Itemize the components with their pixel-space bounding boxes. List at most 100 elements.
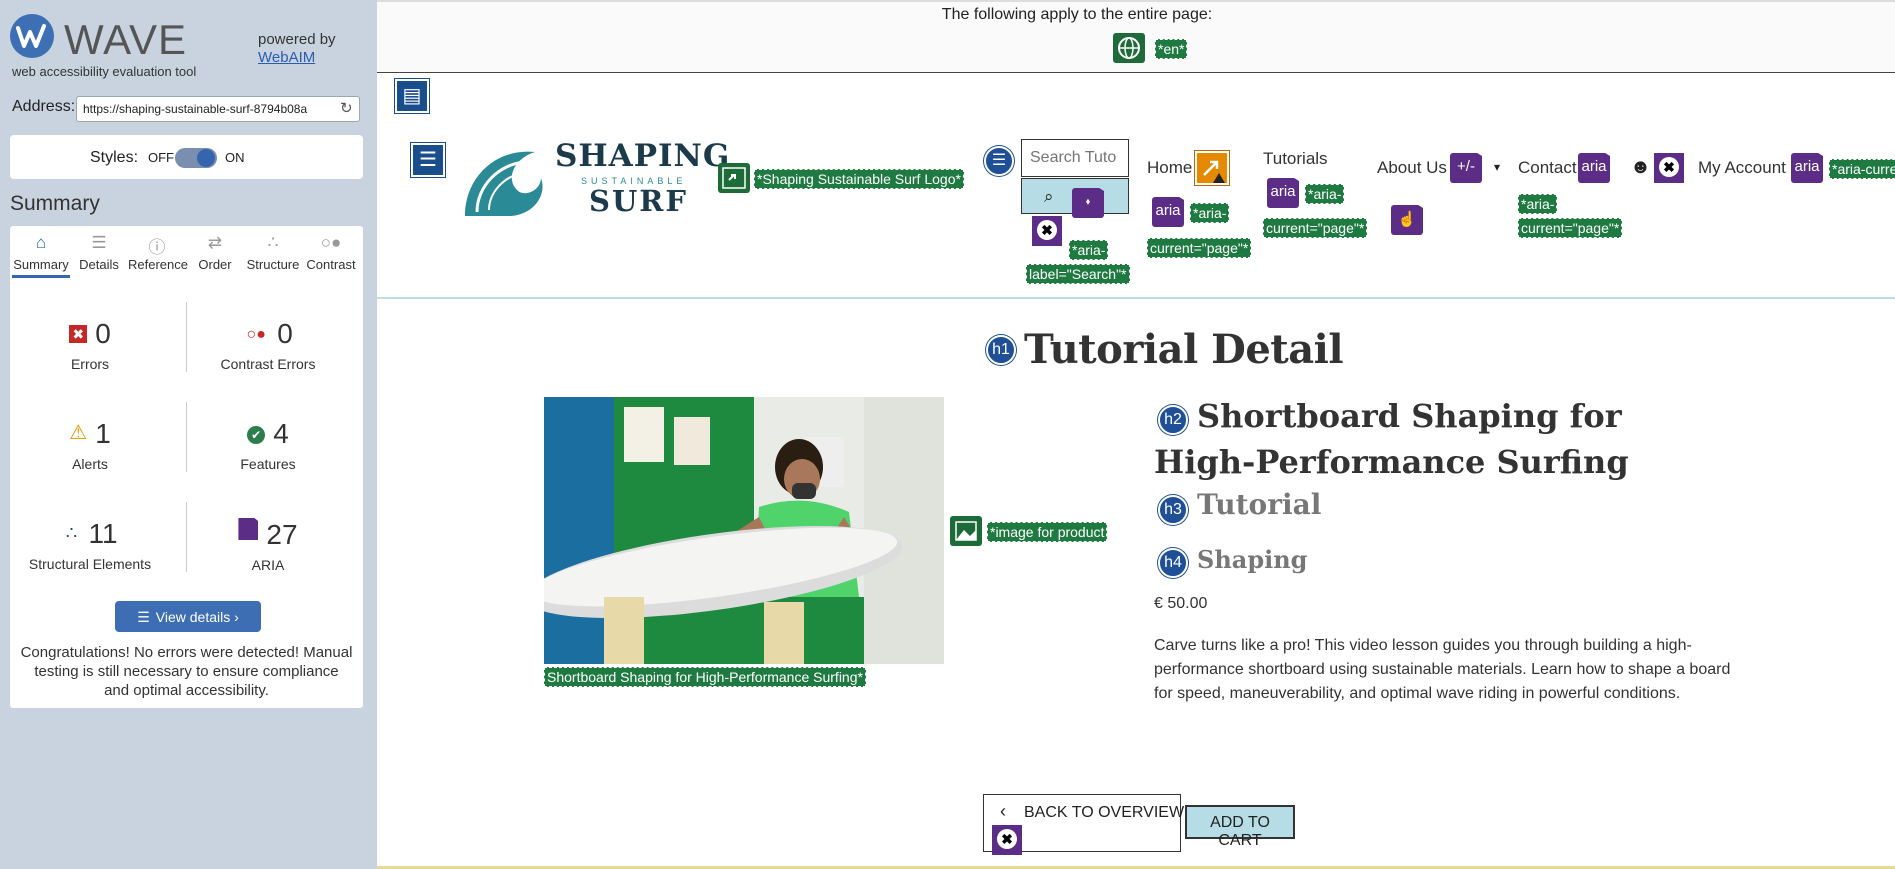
- address-input[interactable]: https://shaping-sustainable-surf-8794b08…: [76, 96, 360, 122]
- product-title: Shortboard Shaping for High-Performance …: [1154, 393, 1714, 485]
- search-aria-label-2: label="Search"*: [1026, 264, 1130, 284]
- structure-icon: ∴: [65, 523, 78, 543]
- tab-order[interactable]: ⇄ Order: [186, 226, 244, 278]
- tab-label: Reference: [128, 257, 188, 272]
- aria-tabindex-icon[interactable]: ☝: [1391, 205, 1423, 235]
- linked-image-icon[interactable]: [718, 163, 750, 193]
- features-count: 4: [273, 418, 289, 449]
- tab-summary[interactable]: ⌂ Summary: [12, 226, 70, 278]
- list-structure-icon[interactable]: ☰: [984, 146, 1014, 176]
- chevron-down-icon[interactable]: ▾: [1494, 160, 1500, 174]
- structural-stat[interactable]: ∴ 11 Structural Elements: [10, 518, 170, 572]
- evaluated-page: The following apply to the entire page: …: [377, 0, 1895, 869]
- summary-heading: Summary: [10, 192, 100, 215]
- surfboard-photo-icon: [544, 397, 944, 664]
- product-category: Shaping: [1197, 545, 1308, 574]
- chevron-left-icon: ‹: [1000, 801, 1006, 821]
- errors-label: Errors: [70, 356, 110, 372]
- nav-tutorials[interactable]: Tutorials: [1263, 149, 1328, 169]
- product-type: Tutorial: [1197, 488, 1322, 521]
- tab-label: Order: [198, 257, 232, 272]
- user-icon[interactable]: ☻: [1630, 156, 1651, 179]
- header-region-icon[interactable]: ▤: [395, 79, 429, 113]
- language-globe-icon[interactable]: [1113, 33, 1145, 63]
- nav-contact[interactable]: Contact: [1518, 158, 1577, 178]
- structural-count: 11: [88, 518, 118, 549]
- search-aria-label-1: *aria-: [1069, 240, 1109, 260]
- logo-line3: SURF: [589, 184, 688, 218]
- product-description: Carve turns like a pro! This video lesso…: [1154, 637, 1731, 702]
- styles-label: Styles:: [90, 149, 139, 166]
- search-icon: ⌕: [1044, 187, 1054, 206]
- aria-home-icon[interactable]: aria: [1152, 197, 1184, 227]
- alerts-stat[interactable]: ⚠ 1 Alerts: [10, 418, 170, 472]
- image-alt-label: *image for product: [987, 522, 1108, 542]
- aria-expanded-icon[interactable]: +/-: [1450, 153, 1482, 183]
- image-caption-label: Shortboard Shaping for High-Performance …: [544, 667, 866, 687]
- h1-icon[interactable]: h1: [986, 335, 1016, 365]
- product-image: [544, 397, 944, 664]
- aria-account-icon[interactable]: aria: [1791, 153, 1823, 183]
- apply-text: The following apply to the entire page:: [941, 6, 1213, 23]
- alerts-label: Alerts: [72, 456, 108, 472]
- back-button-label: BACK TO OVERVIEW: [1024, 804, 1185, 821]
- features-stat[interactable]: ✔ 4 Features: [188, 418, 348, 472]
- styles-off-label: OFF: [148, 150, 174, 165]
- reload-icon[interactable]: ↻: [340, 99, 353, 117]
- divider: [186, 502, 187, 572]
- contrast-errors-stat[interactable]: ○● 0 Contrast Errors: [188, 318, 348, 372]
- structural-label: Structural Elements: [28, 556, 152, 572]
- aria-stat[interactable]: 27 ARIA: [188, 518, 348, 573]
- address-label: Address:: [12, 98, 76, 115]
- nav-region-icon[interactable]: ☰: [411, 143, 445, 177]
- nav-account[interactable]: My Account: [1698, 158, 1786, 178]
- aria-hidden-user-icon[interactable]: ✖: [1654, 153, 1684, 183]
- tutorials-aria-current-b: current="page"*: [1263, 218, 1368, 238]
- home-aria-current-a: *aria-: [1190, 203, 1230, 223]
- powered-by-label: powered by: [258, 31, 336, 48]
- nav-home[interactable]: Home: [1147, 158, 1192, 178]
- feature-check-icon: ✔: [247, 426, 266, 444]
- toggle-knob: [197, 149, 215, 167]
- styles-on-label: ON: [225, 150, 245, 165]
- wave-subtitle: web accessibility evaluation tool: [12, 64, 197, 79]
- view-details-button[interactable]: ☰ View details ›: [115, 601, 261, 632]
- tab-contrast[interactable]: ○● Contrast: [302, 226, 360, 278]
- add-to-cart-button[interactable]: ADD TO CART: [1185, 805, 1295, 849]
- tab-label: Details: [79, 257, 119, 272]
- divider: [186, 402, 187, 472]
- tab-label: Structure: [246, 257, 300, 272]
- tab-details[interactable]: ☰ Details: [70, 226, 128, 278]
- site-logo[interactable]: SHAPING SUSTAINABLE SURF: [455, 138, 729, 220]
- styles-toggle[interactable]: [175, 148, 217, 168]
- aria-hidden-back-icon[interactable]: ✖: [992, 825, 1022, 855]
- alert-redirect-icon[interactable]: [1195, 151, 1229, 185]
- page-wide-bar: The following apply to the entire page: …: [377, 0, 1895, 73]
- image-alt-icon[interactable]: [950, 516, 982, 546]
- wave-sidebar: WAVE web accessibility evaluation tool p…: [0, 0, 377, 869]
- product-price: € 50.00: [1154, 595, 1208, 612]
- search-input[interactable]: [1021, 139, 1129, 177]
- webaim-link[interactable]: WebAIM: [258, 49, 315, 66]
- logo-line1: SHAPING: [555, 138, 731, 174]
- aria-label-tag-icon[interactable]: ⬪: [1072, 188, 1104, 218]
- features-label: Features: [240, 456, 296, 472]
- aria-count: 27: [266, 519, 298, 550]
- summary-panel: ⌂ Summary ☰ Details ⓘ Reference ⇄ Order …: [10, 226, 363, 708]
- h4-icon[interactable]: h4: [1158, 548, 1188, 578]
- tab-label: Contrast: [306, 257, 356, 272]
- tab-structure[interactable]: ∴ Structure: [244, 226, 302, 278]
- tutorials-aria-current-a: *aria-: [1305, 184, 1345, 204]
- tab-reference[interactable]: ⓘ Reference: [128, 226, 188, 278]
- h3-icon[interactable]: h3: [1158, 495, 1188, 525]
- aria-tutorials-icon[interactable]: aria: [1267, 178, 1299, 208]
- aria-label: ARIA: [251, 557, 285, 573]
- errors-stat[interactable]: ✖ 0 Errors: [10, 318, 170, 372]
- contrast-icon: ○●: [320, 233, 342, 252]
- aria-contact-icon[interactable]: aria: [1578, 153, 1610, 183]
- aria-hidden-icon[interactable]: ✖: [1032, 216, 1062, 246]
- account-aria-current: *aria-curre: [1829, 159, 1895, 179]
- logo-alt-label: *Shaping Sustainable Surf Logo*: [754, 169, 964, 189]
- nav-about[interactable]: About Us: [1377, 158, 1447, 178]
- structure-icon: ∴: [267, 233, 279, 252]
